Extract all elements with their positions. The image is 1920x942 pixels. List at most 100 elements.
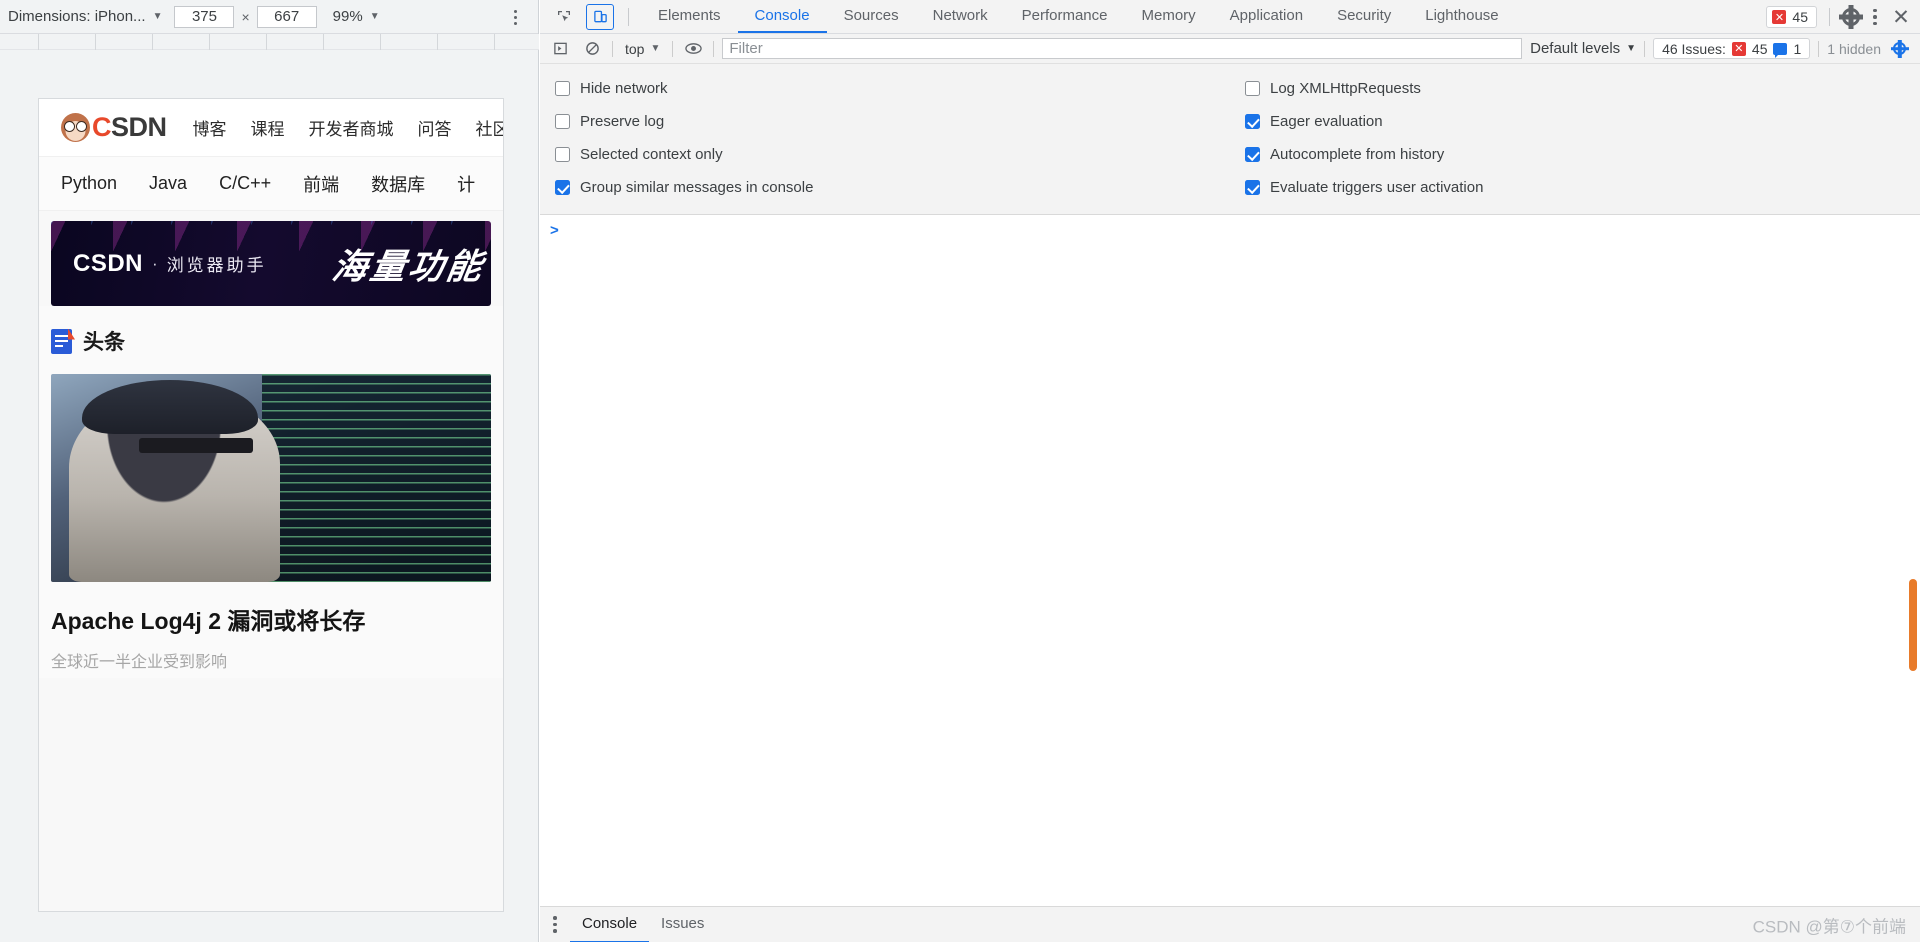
glasses-graphic (139, 438, 254, 454)
nav-item-community[interactable]: 社区 (476, 115, 503, 140)
console-filter-input[interactable] (722, 38, 1523, 59)
filter-divider-5 (1818, 40, 1820, 57)
device-dimensions-caret-icon[interactable]: ▼ (153, 11, 163, 22)
setting-log-xhr[interactable]: Log XMLHttpRequests (1230, 72, 1920, 105)
error-count-badge[interactable]: ✕ 45 (1766, 6, 1817, 28)
tab-elements[interactable]: Elements (641, 0, 738, 33)
setting-group-similar[interactable]: Group similar messages in console (540, 171, 1230, 204)
tab-network[interactable]: Network (916, 0, 1005, 33)
label-log-xhr: Log XMLHttpRequests (1270, 80, 1421, 97)
console-output-area[interactable]: > (540, 215, 1920, 906)
setting-preserve-log[interactable]: Preserve log (540, 105, 1230, 138)
filter-divider-3 (713, 40, 715, 57)
console-settings-gear-icon[interactable] (1893, 42, 1906, 55)
tab-application[interactable]: Application (1213, 0, 1320, 33)
checkbox-group-similar[interactable] (555, 180, 570, 195)
issues-summary-button[interactable]: 46 Issues: ✕ 45 1 (1653, 38, 1811, 59)
device-dimensions-label[interactable]: Dimensions: iPhon... (8, 8, 146, 25)
checkbox-hide-network[interactable] (555, 81, 570, 96)
csdn-logo-rest: SDN (111, 112, 167, 142)
section-title: 头条 (83, 331, 125, 354)
device-zoom-caret-icon: ▼ (369, 11, 380, 22)
checkbox-log-xhr[interactable] (1245, 81, 1260, 96)
checkbox-evaluate-user-activation[interactable] (1245, 180, 1260, 195)
setting-hide-network[interactable]: Hide network (540, 72, 1230, 105)
drawer-tab-issues[interactable]: Issues (649, 907, 716, 942)
console-settings-panel: Hide network Log XMLHttpRequests Preserv… (540, 64, 1920, 215)
device-toolbar: Dimensions: iPhon... ▼ 375 × 667 99% ▼ (0, 0, 538, 34)
label-evaluate-user-activation: Evaluate triggers user activation (1270, 179, 1484, 196)
featured-article-title[interactable]: Apache Log4j 2 漏洞或将长存 (51, 602, 491, 636)
settings-gear-icon[interactable] (1842, 8, 1860, 26)
tab-security[interactable]: Security (1320, 0, 1408, 33)
category-c-cpp[interactable]: C/C++ (219, 173, 271, 194)
execution-context-select[interactable]: top ▼ (621, 41, 664, 57)
device-zoom-select[interactable]: 99% ▼ (333, 8, 380, 25)
create-live-expression-icon[interactable] (548, 38, 572, 60)
device-ruler (0, 34, 539, 50)
tab-console[interactable]: Console (737, 0, 827, 33)
csdn-wordmark: CSDN (92, 112, 167, 143)
featured-article-image (51, 374, 491, 582)
log-levels-label: Default levels (1530, 40, 1621, 57)
category-database[interactable]: 数据库 (371, 171, 425, 197)
clear-console-icon[interactable] (580, 38, 604, 60)
csdn-logo[interactable]: CSDN (61, 112, 167, 143)
category-more[interactable]: 计 (457, 171, 475, 197)
device-more-options-icon[interactable] (506, 6, 524, 28)
drawer-tab-console[interactable]: Console (570, 907, 650, 942)
console-scrollbar[interactable] (1909, 579, 1917, 671)
category-frontend[interactable]: 前端 (303, 171, 339, 197)
checkbox-eager-evaluation[interactable] (1245, 114, 1260, 129)
error-icon: ✕ (1772, 10, 1787, 24)
issues-message-count: 1 (1793, 40, 1802, 57)
tab-sources[interactable]: Sources (827, 0, 916, 33)
setting-selected-context-only[interactable]: Selected context only (540, 138, 1230, 171)
nav-item-qa[interactable]: 问答 (418, 115, 452, 140)
category-python[interactable]: Python (61, 173, 117, 194)
tab-lighthouse[interactable]: Lighthouse (1408, 0, 1515, 33)
banner-headline: 海量功能 (329, 247, 488, 286)
tab-memory[interactable]: Memory (1125, 0, 1213, 33)
devtools-more-icon[interactable] (1866, 8, 1884, 26)
console-prompt-row[interactable]: > (540, 215, 1920, 238)
setting-eager-evaluation[interactable]: Eager evaluation (1230, 105, 1920, 138)
devtools-drawer: Console Issues CSDN @第⑦个前端 (540, 906, 1920, 942)
inspect-element-icon[interactable] (550, 4, 578, 30)
promo-banner[interactable]: CSDN · 浏览器助手 海量功能 (51, 221, 491, 306)
drawer-more-icon[interactable] (540, 916, 570, 933)
checkbox-preserve-log[interactable] (555, 114, 570, 129)
filter-divider-1 (612, 40, 613, 57)
setting-evaluate-user-activation[interactable]: Evaluate triggers user activation (1230, 171, 1920, 204)
tab-performance[interactable]: Performance (1005, 0, 1125, 33)
devtools-toolbar-icons (540, 0, 641, 33)
emulated-page: CSDN 博客 课程 开发者商城 问答 社区 Python Java C/C++… (39, 99, 503, 911)
nav-item-course[interactable]: 课程 (251, 115, 285, 140)
devtools-tabbar: Elements Console Sources Network Perform… (540, 0, 1920, 34)
console-sidebar-eye-icon[interactable] (681, 38, 705, 60)
device-width-input[interactable]: 375 (174, 5, 235, 28)
close-devtools-icon[interactable]: ✕ (1890, 7, 1912, 28)
checkbox-selected-context-only[interactable] (555, 147, 570, 162)
category-java[interactable]: Java (149, 173, 187, 194)
filter-divider-2 (672, 40, 674, 57)
device-height-input[interactable]: 667 (256, 5, 317, 28)
site-nav: 博客 课程 开发者商城 问答 社区 (193, 115, 503, 140)
toggle-device-toolbar-icon[interactable] (586, 3, 614, 30)
csdn-logo-c: C (92, 112, 112, 142)
nav-item-devmall[interactable]: 开发者商城 (309, 115, 394, 140)
cap-graphic (81, 380, 258, 435)
log-levels-select[interactable]: Default levels ▼ (1530, 40, 1636, 57)
dimension-multiply-symbol: × (241, 8, 250, 25)
log-levels-caret-icon: ▼ (1626, 43, 1637, 54)
nav-item-blog[interactable]: 博客 (193, 115, 227, 140)
label-autocomplete-history: Autocomplete from history (1270, 146, 1445, 163)
site-header: CSDN 博客 课程 开发者商城 问答 社区 (39, 99, 503, 157)
banner-subtitle: 浏览器助手 (166, 256, 267, 275)
label-group-similar: Group similar messages in console (580, 179, 814, 196)
device-viewport[interactable]: CSDN 博客 课程 开发者商城 问答 社区 Python Java C/C++… (38, 98, 504, 912)
featured-article[interactable]: Apache Log4j 2 漏洞或将长存 全球近一半企业受到影响 (39, 374, 503, 678)
error-count: 45 (1792, 9, 1808, 25)
setting-autocomplete-history[interactable]: Autocomplete from history (1230, 138, 1920, 171)
checkbox-autocomplete-history[interactable] (1245, 147, 1260, 162)
